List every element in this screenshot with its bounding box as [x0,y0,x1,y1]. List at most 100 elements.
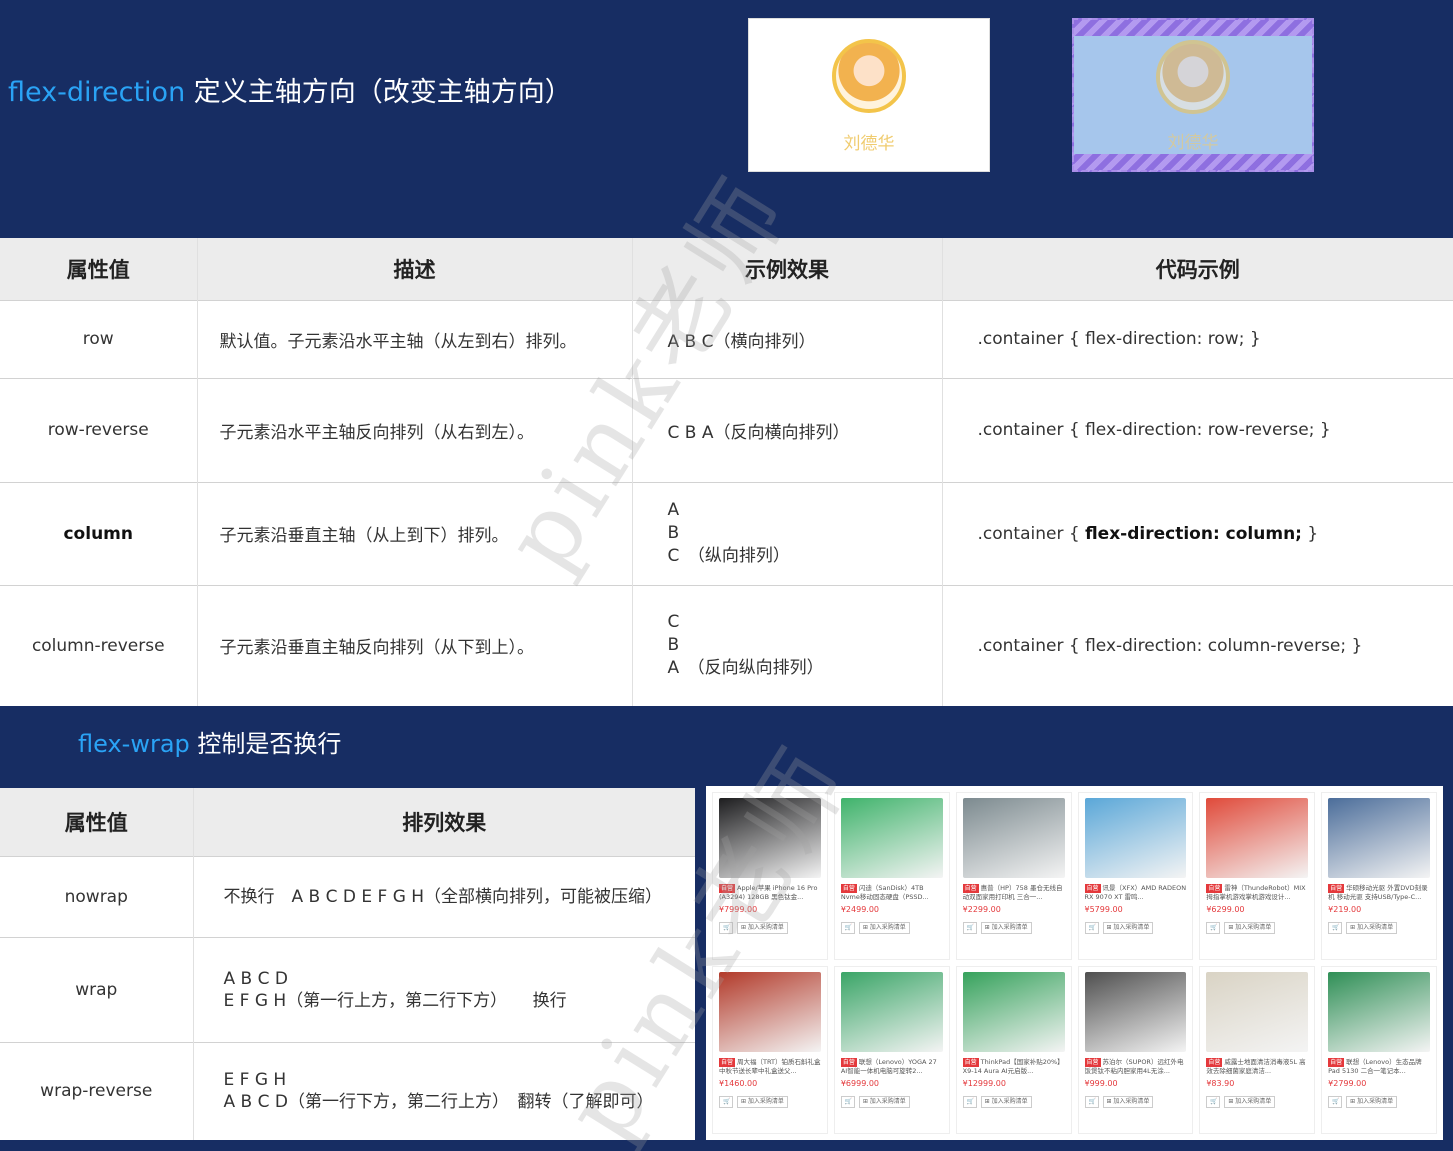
product-title[interactable]: 自营 雷神（ThundeRobot）MIX 拇指掌机游戏掌机游戏设计... [1206,884,1308,902]
add-to-list-button[interactable]: ⊞ 加入采购清单 [1346,1096,1398,1108]
product-tag: 自营 [962,884,979,893]
product-image[interactable] [840,798,943,878]
product-price: ¥83.90 [1206,1079,1235,1088]
header-value: 属性值 [0,788,194,856]
add-to-list-button[interactable]: ⊞ 加入采购清单 [980,1096,1032,1108]
table-row: row-reverse 子元素沿水平主轴反向排列（从右到左）。 C B A（反向… [0,377,1453,482]
prop-code: .container { flex-direction: column; } [942,481,1453,585]
product-card[interactable]: 自营 雷神（ThundeRobot）MIX 拇指掌机游戏掌机游戏设计... ¥629… [1199,792,1316,960]
prop-desc: 默认值。子元素沿水平主轴（从左到右）排列。 [197,299,633,378]
product-image[interactable] [1084,972,1187,1052]
header-value: 属性值 [0,238,198,300]
product-title[interactable]: 自营 联想（Lenovo）生态品牌 Pad 5130 二合一笔记本... [1328,1058,1430,1076]
flex-direction-keyword: flex-direction [8,77,186,108]
product-tag: 自营 [840,884,857,893]
product-image[interactable] [1206,798,1309,878]
cart-icon[interactable]: 🛒 [1084,1096,1099,1108]
product-image[interactable] [1206,972,1309,1052]
product-title[interactable]: 自营 苏泊尔（SUPOR）远红外电饭煲钛不粘内胆家用4L无涂... [1084,1058,1187,1076]
flex-wrap-keyword: flex-wrap [78,730,190,758]
product-card[interactable]: 自营 Apple/苹果 iPhone 16 Pro (A3294) 128GB 黑… [712,792,828,960]
code-suffix: } [1301,523,1319,544]
cart-icon[interactable]: 🛒 [1328,1096,1343,1108]
avatar [1156,40,1230,114]
effect-line: E F G H [223,1070,287,1091]
add-to-list-button[interactable]: ⊞ 加入采购清单 [858,1096,910,1108]
add-to-list-button[interactable]: ⊞ 加入采购清单 [737,1096,788,1108]
cart-icon[interactable]: 🛒 [1206,1096,1221,1108]
product-card[interactable]: 自营 联想（Lenovo）YOGA 27 AI智能一体机电脑可旋转2... ¥699… [833,966,950,1134]
effect-line: C [667,612,680,633]
prop-value: wrap [0,936,194,1042]
add-to-list-button[interactable]: ⊞ 加入采购清单 [1346,922,1398,934]
product-title[interactable]: 自营 闪迪（SanDisk）4TB Nvme移动固态硬盘（PSSD... [840,884,943,902]
cart-icon[interactable]: 🛒 [1084,922,1099,934]
product-price: ¥7999.00 [719,905,758,914]
prop-value: column [0,481,198,585]
product-tag: 自营 [1084,1058,1101,1067]
product-image[interactable] [719,972,821,1052]
cart-icon[interactable]: 🛒 [719,922,733,934]
product-image[interactable] [962,798,1065,878]
effect-line: C （纵向排列） [667,546,790,566]
product-image[interactable] [719,798,821,878]
product-title[interactable]: 自营 联想（Lenovo）YOGA 27 AI智能一体机电脑可旋转2... [840,1058,943,1076]
cart-icon[interactable]: 🛒 [840,1096,855,1108]
prop-desc: 子元素沿垂直主轴反向排列（从下到上）。 [197,584,633,706]
table-row: column-reverse 子元素沿垂直主轴反向排列（从下到上）。 C B A… [0,584,1453,706]
product-title[interactable]: 自营 威露士地面清洁消毒液5L 高效去除细菌家庭清洁... [1206,1058,1308,1076]
product-title[interactable]: 自营 惠普（HP）758 墨仓无线自动双面家用打印机 三合一... [962,884,1065,902]
cart-icon[interactable]: 🛒 [719,1096,733,1108]
product-card[interactable]: 自营 苏泊尔（SUPOR）远红外电饭煲钛不粘内胆家用4L无涂... ¥999.00 🛒… [1077,966,1194,1134]
product-image[interactable] [1328,972,1430,1052]
prop-effect: E F G H A B C D（第一行下方，第二行上方） 翻转（了解即可） [193,1041,695,1140]
demo-name: 刘德华 [843,134,895,154]
add-to-list-button[interactable]: ⊞ 加入采购清单 [737,922,788,934]
table-row: row 默认值。子元素沿水平主轴（从左到右）排列。 A B C（横向排列） .c… [0,299,1453,378]
product-image[interactable] [1084,798,1187,878]
add-to-list-button[interactable]: ⊞ 加入采购清单 [980,922,1032,934]
cart-icon[interactable]: 🛒 [1328,922,1343,934]
product-price: ¥6299.00 [1206,905,1245,914]
flex-wrap-title: 控制是否换行 [189,730,342,758]
product-title[interactable]: 自营 华硕移动光驱 外置DVD刻录机 移动光驱 支持USB/Type-C... [1328,884,1430,902]
product-card[interactable]: 自营 威露士地面清洁消毒液5L 高效去除细菌家庭清洁... ¥83.90 🛒 ⊞ 加入采… [1199,966,1316,1134]
product-tag: 自营 [1084,884,1101,893]
product-card[interactable]: 自营 周大福（TRT）铂质石斛礼盒中秋节送长辈中礼盒送父... ¥1460.00 🛒 ⊞… [712,966,828,1134]
product-tag: 自营 [719,1058,736,1067]
product-card[interactable]: 自营 联想（Lenovo）生态品牌 Pad 5130 二合一笔记本... ¥2799… [1321,966,1437,1134]
product-price: ¥219.00 [1328,905,1362,914]
product-price: ¥12999.00 [962,1079,1006,1088]
product-image[interactable] [1328,798,1430,878]
product-image[interactable] [962,972,1065,1052]
product-card[interactable]: 自营 讯景（XFX）AMD RADEON RX 9070 XT 雷鸣... ¥579… [1077,792,1194,960]
product-title[interactable]: 自营 Apple/苹果 iPhone 16 Pro (A3294) 128GB 黑… [719,884,821,902]
product-title[interactable]: 自营 周大福（TRT）铂质石斛礼盒中秋节送长辈中礼盒送父... [719,1058,821,1076]
add-to-list-button[interactable]: ⊞ 加入采购清单 [1102,922,1154,934]
product-card[interactable]: 自营 ThinkPad【国家补贴20%】X9-14 Aura AI元启版... ¥1… [955,966,1072,1134]
product-card[interactable]: 自营 惠普（HP）758 墨仓无线自动双面家用打印机 三合一... ¥2299.00… [955,792,1072,960]
product-title[interactable]: 自营 讯景（XFX）AMD RADEON RX 9070 XT 雷鸣... [1084,884,1187,902]
effect-line: B [667,523,680,543]
demo-name: 刘德华 [1167,133,1219,153]
product-price: ¥6999.00 [840,1079,879,1088]
product-image[interactable] [840,972,943,1052]
add-to-list-button[interactable]: ⊞ 加入采购清单 [858,922,910,934]
product-price: ¥2499.00 [840,905,879,914]
product-card[interactable]: 自营 华硕移动光驱 外置DVD刻录机 移动光驱 支持USB/Type-C... ¥2… [1321,792,1437,960]
add-to-list-button[interactable]: ⊞ 加入采购清单 [1224,922,1276,934]
prop-code: .container { flex-direction: row; } [942,299,1453,378]
header-desc: 描述 [197,238,633,300]
cart-icon[interactable]: 🛒 [840,922,855,934]
product-title[interactable]: 自营 ThinkPad【国家补贴20%】X9-14 Aura AI元启版... [962,1058,1065,1076]
add-to-list-button[interactable]: ⊞ 加入采购清单 [1102,1096,1154,1108]
code-bold: flex-direction: column; [1085,523,1302,544]
effect-line: E F G H（第一行上方，第二行下方） 换行 [223,990,567,1011]
cart-icon[interactable]: 🛒 [1206,922,1221,934]
product-card[interactable]: 自营 闪迪（SanDisk）4TB Nvme移动固态硬盘（PSSD... ¥2499… [833,792,950,960]
header-effect: 排列效果 [193,788,695,856]
cart-icon[interactable]: 🛒 [962,1096,977,1108]
flex-direction-table: 属性值 描述 示例效果 代码示例 row 默认值。子元素沿水平主轴（从左到右）排… [0,238,1453,706]
add-to-list-button[interactable]: ⊞ 加入采购清单 [1224,1096,1276,1108]
cart-icon[interactable]: 🛒 [962,922,977,934]
